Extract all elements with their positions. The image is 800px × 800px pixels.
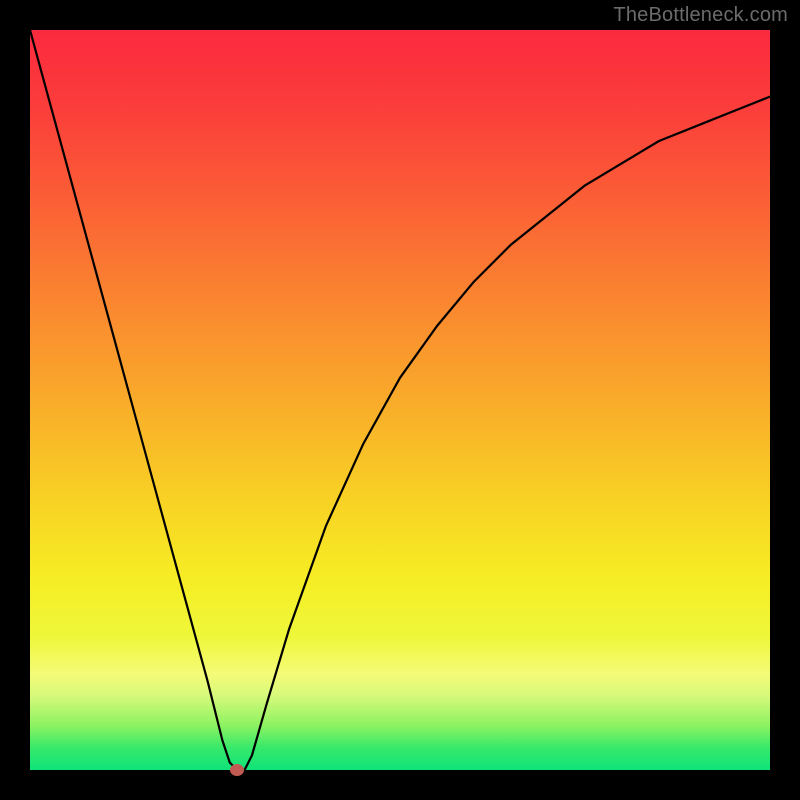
- chart-stage: TheBottleneck.com: [0, 0, 800, 800]
- watermark-text: TheBottleneck.com: [613, 4, 788, 27]
- bottleneck-curve: [30, 30, 770, 770]
- optimum-marker: [230, 764, 244, 776]
- plot-area: [30, 30, 770, 770]
- curve-layer: [30, 30, 770, 770]
